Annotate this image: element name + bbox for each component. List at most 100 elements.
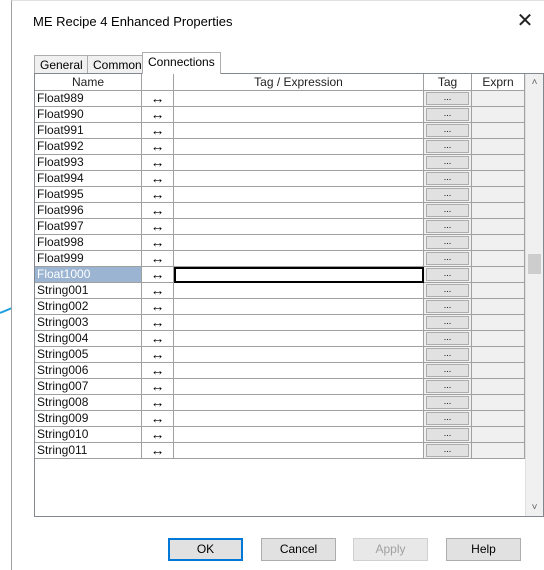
tag-browse-button[interactable]: ... [426,364,469,377]
table-row[interactable]: String009 ↔... [35,411,525,427]
row-name-cell[interactable]: String011 [35,443,142,459]
exprn-cell[interactable] [472,363,525,379]
row-name-cell[interactable]: Float994 [35,171,142,187]
table-row[interactable]: String004 ↔... [35,331,525,347]
row-name-cell[interactable]: Float1000 [35,267,142,283]
table-row[interactable]: Float996 ↔... [35,203,525,219]
tag-browse-button[interactable]: ... [426,92,469,105]
table-row[interactable]: String006 ↔... [35,363,525,379]
vertical-scrollbar[interactable]: ˄ ˅ [525,74,543,516]
exprn-cell[interactable] [472,347,525,363]
tag-browse-button[interactable]: ... [426,332,469,345]
exprn-cell[interactable] [472,203,525,219]
row-name-cell[interactable]: Float989 [35,91,142,107]
row-name-cell[interactable]: String007 [35,379,142,395]
table-row[interactable]: Float995 ↔... [35,187,525,203]
close-button[interactable]: ✕ [511,9,539,33]
row-name-cell[interactable]: String009 [35,411,142,427]
exprn-cell[interactable] [472,443,525,459]
tag-browse-button[interactable]: ... [426,188,469,201]
help-button[interactable]: Help [446,538,521,561]
table-row[interactable]: Float989 ↔... [35,91,525,107]
tag-expression-input[interactable] [174,107,424,123]
tag-browse-button[interactable]: ... [426,300,469,313]
tag-expression-input[interactable] [174,203,424,219]
tag-browse-button[interactable]: ... [426,124,469,137]
tag-browse-button[interactable]: ... [426,252,469,265]
table-row[interactable]: String010 ↔... [35,427,525,443]
exprn-cell[interactable] [472,155,525,171]
tag-expression-input[interactable] [174,331,424,347]
row-name-cell[interactable]: String008 [35,395,142,411]
tag-browse-button[interactable]: ... [426,140,469,153]
table-row[interactable]: String002 ↔... [35,299,525,315]
tag-browse-button[interactable]: ... [426,204,469,217]
row-name-cell[interactable]: String004 [35,331,142,347]
table-row[interactable]: Float999 ↔... [35,251,525,267]
row-name-cell[interactable]: Float996 [35,203,142,219]
tag-expression-input[interactable] [174,379,424,395]
tag-expression-input[interactable] [174,347,424,363]
tag-browse-button[interactable]: ... [426,268,469,281]
table-row[interactable]: Float992 ↔... [35,139,525,155]
tag-browse-button[interactable]: ... [426,316,469,329]
tag-expression-input[interactable] [174,91,424,107]
table-row[interactable]: String005 ↔... [35,347,525,363]
scroll-thumb[interactable] [528,254,541,274]
tag-browse-button[interactable]: ... [426,444,469,457]
tag-browse-button[interactable]: ... [426,220,469,233]
row-name-cell[interactable]: String006 [35,363,142,379]
scroll-up-icon[interactable]: ˄ [526,74,543,91]
exprn-cell[interactable] [472,395,525,411]
row-name-cell[interactable]: String010 [35,427,142,443]
row-name-cell[interactable]: Float998 [35,235,142,251]
exprn-cell[interactable] [472,235,525,251]
exprn-cell[interactable] [472,251,525,267]
scroll-down-icon[interactable]: ˅ [526,499,543,516]
row-name-cell[interactable]: Float997 [35,219,142,235]
row-name-cell[interactable]: Float995 [35,187,142,203]
table-row[interactable]: Float990 ↔... [35,107,525,123]
tag-expression-input[interactable] [174,267,424,283]
table-row[interactable]: String003 ↔... [35,315,525,331]
tag-expression-input[interactable] [174,283,424,299]
tag-expression-input[interactable] [174,411,424,427]
tag-expression-input[interactable] [174,171,424,187]
tab-connections[interactable]: Connections [142,52,221,74]
tab-general[interactable]: General [34,55,89,73]
ok-button[interactable]: OK [168,538,243,561]
row-name-cell[interactable]: Float999 [35,251,142,267]
exprn-cell[interactable] [472,91,525,107]
tag-expression-input[interactable] [174,427,424,443]
row-name-cell[interactable]: Float990 [35,107,142,123]
tab-common[interactable]: Common [87,55,148,73]
tag-expression-input[interactable] [174,299,424,315]
table-row[interactable]: Float991 ↔... [35,123,525,139]
tag-expression-input[interactable] [174,395,424,411]
exprn-cell[interactable] [472,187,525,203]
exprn-cell[interactable] [472,379,525,395]
tag-browse-button[interactable]: ... [426,396,469,409]
row-name-cell[interactable]: Float991 [35,123,142,139]
exprn-cell[interactable] [472,107,525,123]
exprn-cell[interactable] [472,331,525,347]
tag-browse-button[interactable]: ... [426,156,469,169]
table-row[interactable]: Float994 ↔... [35,171,525,187]
tag-browse-button[interactable]: ... [426,380,469,393]
row-name-cell[interactable]: Float992 [35,139,142,155]
tag-browse-button[interactable]: ... [426,284,469,297]
tag-browse-button[interactable]: ... [426,108,469,121]
tag-browse-button[interactable]: ... [426,348,469,361]
exprn-cell[interactable] [472,123,525,139]
tag-browse-button[interactable]: ... [426,172,469,185]
exprn-cell[interactable] [472,299,525,315]
table-row[interactable]: Float998 ↔... [35,235,525,251]
table-row[interactable]: String008 ↔... [35,395,525,411]
tag-expression-input[interactable] [174,363,424,379]
exprn-cell[interactable] [472,267,525,283]
table-row[interactable]: String007 ↔... [35,379,525,395]
table-row[interactable]: Float997 ↔... [35,219,525,235]
table-row[interactable]: String011 ↔... [35,443,525,459]
tag-expression-input[interactable] [174,139,424,155]
exprn-cell[interactable] [472,427,525,443]
